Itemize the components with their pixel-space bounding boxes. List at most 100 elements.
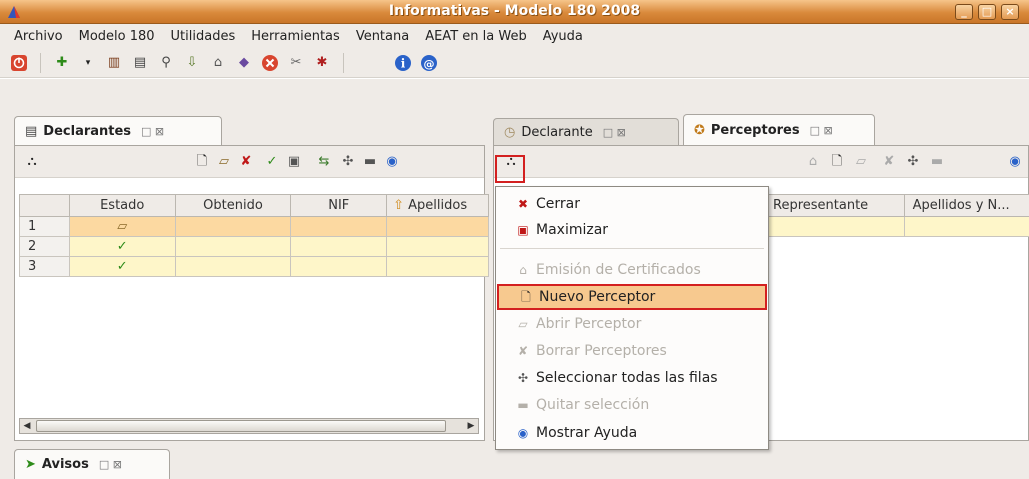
deselect-icon[interactable]: ▬	[928, 153, 946, 171]
tab-window-controls[interactable]: □ ⊠	[810, 124, 833, 137]
certificate-icon: ⌂	[519, 263, 527, 277]
delete-icon[interactable]: ✘	[237, 153, 255, 171]
select-all-icon: ✣	[517, 371, 529, 385]
menu-item-mostrar-ayuda[interactable]: ◉ Mostrar Ayuda	[496, 420, 768, 446]
menu-item-seleccionar-todas[interactable]: ✣ Seleccionar todas las filas	[496, 365, 768, 391]
menu-item-label: Mostrar Ayuda	[536, 425, 638, 441]
table-row[interactable]: 2 ✓	[19, 236, 489, 257]
row-number: 2	[19, 236, 70, 257]
table-cell[interactable]	[290, 216, 388, 237]
table-row[interactable]: 1 ▱	[19, 216, 489, 237]
column-header-nif[interactable]: NIF	[290, 194, 388, 217]
tab-window-controls[interactable]: □ ⊠	[99, 458, 122, 471]
table-cell[interactable]	[903, 216, 1029, 237]
table-cell[interactable]	[290, 236, 388, 257]
open-folder-icon[interactable]: ▱	[852, 153, 870, 171]
menu-utilidades[interactable]: Utilidades	[163, 29, 244, 44]
menu-item-borrar-perceptores[interactable]: ✘ Borrar Perceptores	[496, 338, 768, 364]
deselect-icon[interactable]: ▬	[361, 153, 379, 171]
delete-icon[interactable]: ✘	[880, 153, 898, 171]
menu-ventana[interactable]: Ventana	[348, 29, 417, 44]
tab-window-controls[interactable]: □ ⊠	[141, 125, 164, 138]
column-header-apellidos[interactable]: ⇧ Apellidos	[386, 194, 489, 217]
documents-icon[interactable]: ▣	[285, 153, 303, 171]
binoculars-icon[interactable]: ⚲	[157, 54, 175, 72]
menu-modelo-180[interactable]: Modelo 180	[71, 29, 163, 44]
help-icon[interactable]: ◉	[383, 153, 401, 171]
menu-ayuda[interactable]: Ayuda	[535, 29, 591, 44]
import-icon[interactable]: ⇩	[183, 54, 201, 72]
add-form-icon[interactable]: ✚	[53, 54, 71, 72]
column-header-rownum	[19, 194, 70, 217]
column-header-representante[interactable]: Representante	[764, 194, 905, 217]
scrollbar-thumb[interactable]	[36, 420, 446, 432]
book-icon[interactable]: ▥	[105, 54, 123, 72]
info-icon[interactable]: i	[394, 54, 412, 72]
check-icon[interactable]: ✓	[263, 153, 281, 171]
stamp-icon[interactable]: ⌂	[209, 54, 227, 72]
svg-text:@: @	[424, 57, 435, 70]
menu-item-cerrar[interactable]: ✖ Cerrar	[496, 191, 768, 217]
new-document-icon[interactable]: 🗋	[193, 153, 211, 171]
row-number: 1	[19, 216, 70, 237]
table-row[interactable]: 3 ✓	[19, 256, 489, 277]
help-icon[interactable]: ◉	[1006, 153, 1024, 171]
help-icon[interactable]: @	[420, 54, 438, 72]
maximize-button[interactable]: □	[978, 4, 996, 20]
column-header-obtenido[interactable]: Obtenido	[174, 194, 292, 217]
scroll-right-icon[interactable]: ▶	[464, 419, 478, 433]
tab-declarante[interactable]: ◷ Declarante □ ⊠	[493, 118, 679, 146]
table-cell[interactable]	[174, 216, 292, 237]
table-row[interactable]	[764, 216, 1029, 237]
declarantes-table: Estado Obtenido NIF ⇧ Apellidos 1 ▱ 2 ✓ …	[19, 194, 489, 277]
menu-item-emision-certificados[interactable]: ⌂ Emisión de Certificados	[496, 257, 768, 283]
table-cell[interactable]	[386, 216, 489, 237]
select-all-icon[interactable]: ✣	[339, 153, 357, 171]
menu-item-label: Cerrar	[536, 196, 580, 212]
filter-icon[interactable]: ⇆	[315, 153, 333, 171]
minimize-button[interactable]: _	[955, 4, 973, 20]
menu-aeat-web[interactable]: AEAT en la Web	[417, 29, 535, 44]
tab-window-controls[interactable]: □ ⊠	[603, 126, 626, 139]
scroll-left-icon[interactable]: ◀	[20, 419, 34, 433]
tab-avisos[interactable]: ➤ Avisos □ ⊠	[14, 449, 170, 479]
certificate-icon[interactable]: ⌂	[804, 153, 822, 171]
column-header-apellidos-nombre[interactable]: Apellidos y N...	[903, 194, 1029, 217]
cancel-icon[interactable]	[261, 54, 279, 72]
declarantes-pane: ⛬ 🗋 ▱ ✘ ✓ ▣ ⇆ ✣ ▬ ◉ Estado Obtenido NIF …	[14, 145, 489, 441]
tab-perceptores[interactable]: ✪ Perceptores □ ⊠	[683, 114, 875, 146]
new-document-icon[interactable]: 🗋	[828, 153, 846, 171]
table-cell[interactable]	[174, 236, 292, 257]
menu-item-label: Maximizar	[536, 222, 609, 238]
menu-archivo[interactable]: Archivo	[6, 29, 71, 44]
tab-label: Declarante	[521, 125, 593, 140]
table-cell[interactable]	[174, 256, 292, 277]
tools-icon[interactable]: ✂	[287, 54, 305, 72]
tab-label: Declarantes	[43, 124, 132, 139]
dropdown-arrow-icon[interactable]: ▾	[79, 54, 97, 72]
tree-icon[interactable]: ⛬	[23, 153, 41, 171]
table-cell[interactable]	[386, 256, 489, 277]
table-cell[interactable]	[764, 216, 905, 237]
maximize-icon: ▣	[517, 223, 529, 237]
deselect-icon: ▬	[517, 398, 529, 412]
table-cell[interactable]	[290, 256, 388, 277]
menu-item-quitar-seleccion[interactable]: ▬ Quitar selección	[496, 392, 768, 418]
menu-herramientas[interactable]: Herramientas	[243, 29, 348, 44]
open-folder-icon[interactable]: ▱	[215, 153, 233, 171]
diamond-icon[interactable]: ◆	[235, 54, 253, 72]
table-cell[interactable]	[386, 236, 489, 257]
column-header-estado[interactable]: Estado	[68, 194, 176, 217]
check-icon: ✓	[68, 236, 176, 257]
power-icon[interactable]	[10, 54, 28, 72]
menu-item-abrir-perceptor[interactable]: ▱ Abrir Perceptor	[496, 311, 768, 337]
title-bar: Informativas - Modelo 180 2008 _ □ ×	[0, 0, 1029, 24]
horizontal-scrollbar[interactable]: ◀ ▶	[19, 418, 479, 434]
close-window-button[interactable]: ×	[1001, 4, 1019, 20]
menu-item-nuevo-perceptor[interactable]: 🗋 Nuevo Perceptor	[497, 284, 767, 310]
bug-icon[interactable]: ✱	[313, 54, 331, 72]
select-all-icon[interactable]: ✣	[904, 153, 922, 171]
tab-declarantes[interactable]: ▤ Declarantes □ ⊠	[14, 116, 222, 146]
table-icon[interactable]: ▤	[131, 54, 149, 72]
menu-item-maximizar[interactable]: ▣ Maximizar	[496, 217, 768, 243]
